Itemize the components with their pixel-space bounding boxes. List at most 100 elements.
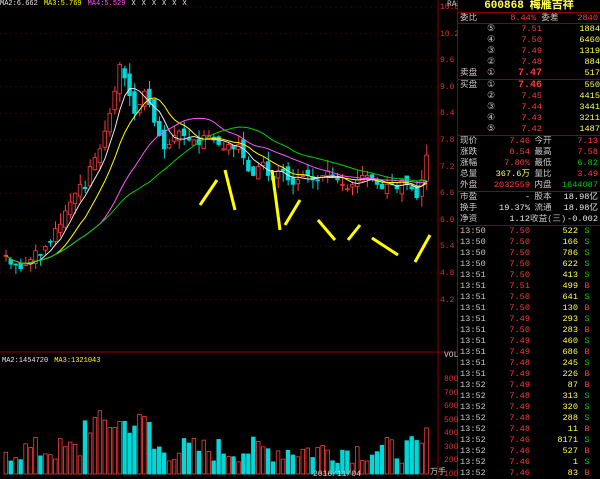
candle-body <box>340 183 345 186</box>
candle-body <box>97 148 103 164</box>
sell-order-row[interactable]: ② 7.48 884 <box>458 57 600 68</box>
buy-order-row[interactable]: ③ 7.44 3441 <box>458 102 600 113</box>
stock-header[interactable]: 600868 梅雁吉祥 <box>458 0 600 13</box>
trade-side: S <box>584 237 590 247</box>
volume-bar <box>265 448 271 475</box>
trade-volume: 87 <box>567 380 578 390</box>
sell-order-row[interactable]: ③ 7.49 1319 <box>458 46 600 57</box>
fundamental-stats: 市盈 - 股本 18.98亿 换手 19.37% 流通 18.98亿 净资 1.12 收益(三) -0… <box>458 192 600 225</box>
trade-tick-row[interactable]: 13:52 7.49 87 B <box>458 380 600 391</box>
sell-order-row[interactable]: 卖盘 ① 7.47 517 <box>458 68 600 79</box>
quote-label-2: 最高 <box>534 147 552 157</box>
level-number-badge: ④ <box>486 113 496 123</box>
trade-tick-row[interactable]: 13:52 7.46 1 S <box>458 457 600 468</box>
trade-tick-row[interactable]: 13:51 7.49 293 S <box>458 314 600 325</box>
trade-time: 13:50 <box>460 259 486 269</box>
annotation-arrow <box>223 169 237 211</box>
buy-price: 7.46 <box>517 80 542 91</box>
trade-tick-row[interactable]: 13:51 7.51 499 B <box>458 281 600 292</box>
quote-value: 367.6万 <box>495 169 530 179</box>
trade-time: 13:52 <box>460 413 486 423</box>
trade-time: 13:52 <box>460 457 486 467</box>
trade-tick-row[interactable]: 13:50 7.50 622 S <box>458 259 600 270</box>
buy-order-row[interactable]: ④ 7.43 3211 <box>458 113 600 124</box>
volume-bar <box>374 451 380 475</box>
trade-tick-row[interactable]: 13:52 7.46 83 B <box>458 468 600 479</box>
trade-side: S <box>584 336 590 346</box>
trade-tick-row[interactable]: 13:52 7.48 313 S <box>458 391 600 402</box>
candle-body <box>18 262 23 269</box>
volume-bar <box>132 425 137 475</box>
trade-tick-row[interactable]: 13:51 7.50 283 B <box>458 325 600 336</box>
trade-tick-row[interactable]: 13:51 7.49 226 B <box>458 369 600 380</box>
kline-canvas[interactable] <box>0 0 458 479</box>
trade-ticks[interactable]: 13:50 7.50 522 S 13:50 7.50 166 S 13:50 7.50 786 S 1… <box>458 226 600 479</box>
candle-body <box>181 128 187 136</box>
stat-row: 市盈 - 股本 18.98亿 <box>458 192 600 203</box>
volume-bar <box>127 432 132 475</box>
volume-bar <box>38 455 43 475</box>
candle-body <box>285 166 291 181</box>
trade-tick-row[interactable]: 13:51 7.50 641 S <box>458 292 600 303</box>
price-tick-label: 8.4 <box>440 109 455 119</box>
trade-tick-row[interactable]: 13:52 7.48 288 S <box>458 413 600 424</box>
trade-side: S <box>584 226 590 236</box>
trade-side: B <box>584 424 590 434</box>
trade-price: 7.49 <box>509 347 530 357</box>
candle-body <box>102 130 107 148</box>
trade-time: 13:52 <box>460 424 486 434</box>
volume-bar <box>53 458 58 475</box>
buy-order-row[interactable]: ② 7.45 4415 <box>458 91 600 102</box>
level-number-badge: ④ <box>486 35 496 45</box>
annotation-arrow <box>413 234 432 263</box>
trade-side: S <box>584 248 590 258</box>
candle-body <box>157 120 162 136</box>
trade-tick-row[interactable]: 13:52 7.46 527 B <box>458 446 600 457</box>
volume-bar <box>369 454 375 475</box>
volume-bar <box>211 460 216 475</box>
volume-bar <box>107 427 112 475</box>
trade-side: B <box>584 446 590 456</box>
trade-time: 13:52 <box>460 380 486 390</box>
sell-order-row[interactable]: ⑤ 7.51 1884 <box>458 24 600 35</box>
kline-chart[interactable]: MA2:6.662 MA3:5.769 MA4:5.529 X X X X X X MA2:14… <box>0 0 459 479</box>
level-number-badge: ⑤ <box>486 24 496 34</box>
trade-tick-row[interactable]: 13:52 7.49 320 S <box>458 402 600 413</box>
trade-price: 7.48 <box>509 391 530 401</box>
sell-order-row[interactable]: ④ 7.50 6460 <box>458 35 600 46</box>
sell-price: 7.47 <box>517 68 542 79</box>
ma-legend-item: X <box>141 0 146 8</box>
candle-body <box>424 154 429 182</box>
trade-tick-row[interactable]: 13:50 7.50 522 S <box>458 226 600 237</box>
trade-volume: 320 <box>562 402 578 412</box>
volume-tick-label: 700 <box>444 389 459 398</box>
trade-tick-row[interactable]: 13:52 7.48 11 B <box>458 424 600 435</box>
trade-tick-row[interactable]: 13:50 7.50 786 S <box>458 248 600 259</box>
buy-order-row[interactable]: ⑤ 7.42 1487 <box>458 124 600 135</box>
buy-order-row[interactable]: 买盘 ① 7.46 550 <box>458 80 600 91</box>
trade-tick-row[interactable]: 13:51 7.49 686 B <box>458 347 600 358</box>
trade-tick-row[interactable]: 13:50 7.50 166 S <box>458 237 600 248</box>
trade-time: 13:52 <box>460 391 486 401</box>
trade-tick-row[interactable]: 13:51 7.49 460 S <box>458 336 600 347</box>
trade-price: 7.49 <box>509 402 530 412</box>
trade-volume: 166 <box>562 237 578 247</box>
volume-bar <box>117 421 122 475</box>
trade-price: 7.50 <box>509 226 530 236</box>
volume-bar <box>285 449 291 475</box>
trade-time: 13:50 <box>460 248 486 258</box>
trade-price: 7.46 <box>509 446 530 456</box>
candle-body <box>251 166 256 176</box>
ma-legend-item: X <box>182 0 187 8</box>
trade-side: B <box>584 369 590 379</box>
level-number-badge: ② <box>486 57 496 67</box>
stat-value: 1.12 <box>509 214 530 224</box>
trade-side: B <box>584 281 590 291</box>
trade-tick-row[interactable]: 13:51 7.50 130 B <box>458 303 600 314</box>
ma-legend-item: X <box>172 0 177 8</box>
trade-tick-row[interactable]: 13:51 7.50 413 S <box>458 270 600 281</box>
trade-tick-row[interactable]: 13:51 7.48 245 S <box>458 358 600 369</box>
candle-body <box>256 166 261 180</box>
volume-bar <box>364 460 370 475</box>
trade-tick-row[interactable]: 13:52 7.46 8171 S <box>458 435 600 446</box>
